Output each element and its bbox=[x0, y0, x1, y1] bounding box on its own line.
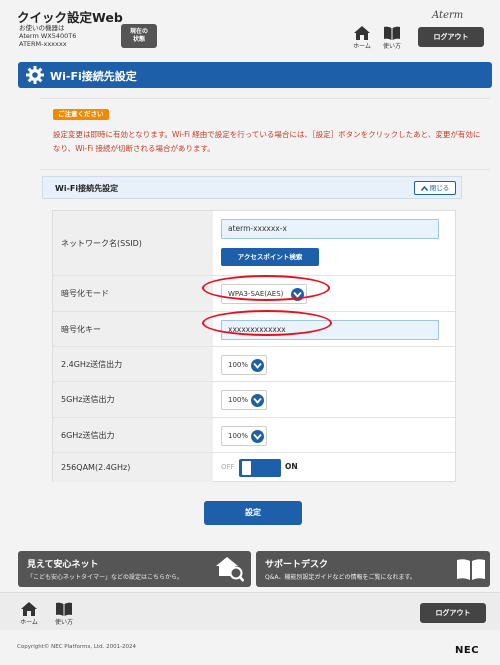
help-nav[interactable]: 使い方 bbox=[53, 602, 75, 626]
tx-power-5-select[interactable]: 100% bbox=[221, 390, 267, 410]
notice-badge: ご注意ください bbox=[53, 109, 109, 120]
tx-power-24-label: 2.4GHz送信出力 bbox=[53, 347, 213, 381]
home-search-icon bbox=[216, 557, 244, 582]
qam-toggle[interactable] bbox=[239, 459, 281, 477]
qam-label: 256QAM(2.4GHz) bbox=[53, 453, 213, 482]
chevron-down-icon bbox=[251, 430, 264, 443]
submit-button[interactable]: 設定 bbox=[204, 501, 302, 525]
banner-subtitle: 「こども安心ネットタイマー」などの設定はこちらから。 bbox=[27, 574, 184, 581]
current-status-button[interactable]: 現在の 状態 bbox=[121, 24, 157, 48]
encryption-mode-label: 暗号化モード bbox=[53, 276, 213, 311]
access-point-search-button[interactable]: アクセスポイント検索 bbox=[221, 248, 319, 266]
table-row: 256QAM(2.4GHz) OFF ON bbox=[53, 452, 455, 482]
page-title-bar: Wi-Fi接続先設定 bbox=[18, 62, 492, 88]
book-icon bbox=[384, 26, 400, 40]
logout-button[interactable]: ログアウト bbox=[420, 603, 486, 623]
banner-title: サポートデスク bbox=[265, 560, 329, 570]
tx-power-5-label: 5GHz送信出力 bbox=[53, 382, 213, 417]
tx-power-24-select[interactable]: 100% bbox=[221, 355, 267, 375]
qam-off-label: OFF bbox=[221, 463, 235, 471]
table-row: 5GHz送信出力 100% bbox=[53, 381, 455, 417]
encryption-key-label: 暗号化キー bbox=[53, 312, 213, 346]
home-nav[interactable]: ホーム bbox=[19, 602, 39, 626]
tx-power-6-select[interactable]: 100% bbox=[221, 426, 267, 446]
header: クイック設定Web お使いの機器は Aterm WX5400T6 ATERM-x… bbox=[0, 0, 500, 56]
notice-box: ご注意ください 設定変更は即時に有効となります。Wi-Fi 経由で設定を行ってい… bbox=[40, 98, 490, 170]
chevron-down-icon bbox=[251, 359, 264, 372]
highlight-encryption-mode bbox=[202, 275, 330, 301]
book-icon bbox=[56, 602, 72, 616]
banner-title: 見えて安心ネット bbox=[27, 560, 99, 570]
table-row: 2.4GHz送信出力 100% bbox=[53, 346, 455, 381]
mieteanshin-banner[interactable]: 見えて安心ネット 「こども安心ネットタイマー」などの設定はこちらから。 bbox=[18, 551, 251, 587]
home-icon bbox=[354, 26, 370, 40]
book-icon bbox=[457, 559, 485, 580]
notice-text: 設定変更は即時に有効となります。Wi-Fi 経由で設定を行っている場合には、［設… bbox=[53, 130, 481, 153]
copyright: Copyright© NEC Platforms, Ltd. 2001-2024 bbox=[17, 644, 137, 650]
nec-logo: NEC bbox=[455, 645, 480, 656]
brand-logo: Aterm bbox=[432, 10, 464, 21]
chevron-down-icon bbox=[251, 394, 264, 407]
support-desk-banner[interactable]: サポートデスク Q&A、機能別設定ガイドなどの情報をご覧になれます。 bbox=[256, 551, 490, 587]
qam-on-label: ON bbox=[285, 462, 298, 471]
table-row: ネットワーク名(SSID) aterm-xxxxxx-x アクセスポイント検索 bbox=[53, 211, 455, 275]
collapse-button[interactable]: 閉じる bbox=[414, 181, 456, 195]
settings-table: ネットワーク名(SSID) aterm-xxxxxx-x アクセスポイント検索 … bbox=[52, 210, 456, 482]
help-nav[interactable]: 使い方 bbox=[381, 26, 403, 50]
page-title: Wi-Fi接続先設定 bbox=[50, 70, 137, 83]
banner-subtitle: Q&A、機能別設定ガイドなどの情報をご覧になれます。 bbox=[265, 574, 416, 581]
tx-power-6-label: 6GHz送信出力 bbox=[53, 418, 213, 452]
device-info: お使いの機器は Aterm WX5400T6 ATERM-xxxxxx bbox=[19, 24, 77, 48]
toggle-knob bbox=[242, 461, 251, 475]
logout-button[interactable]: ログアウト bbox=[418, 27, 484, 47]
home-nav[interactable]: ホーム bbox=[352, 26, 372, 50]
ssid-label: ネットワーク名(SSID) bbox=[53, 211, 213, 275]
footer-nav: ホーム 使い方 ログアウト bbox=[0, 592, 500, 630]
table-row: 6GHz送信出力 100% bbox=[53, 417, 455, 452]
highlight-encryption-key bbox=[202, 310, 332, 336]
ssid-input[interactable]: aterm-xxxxxx-x bbox=[221, 219, 439, 239]
chevron-up-icon bbox=[420, 185, 428, 191]
settings-panel-header: Wi-Fi接続先設定 閉じる bbox=[42, 176, 462, 199]
gear-icon bbox=[26, 66, 44, 84]
home-icon bbox=[21, 602, 37, 616]
panel-title: Wi-Fi接続先設定 bbox=[55, 184, 119, 193]
